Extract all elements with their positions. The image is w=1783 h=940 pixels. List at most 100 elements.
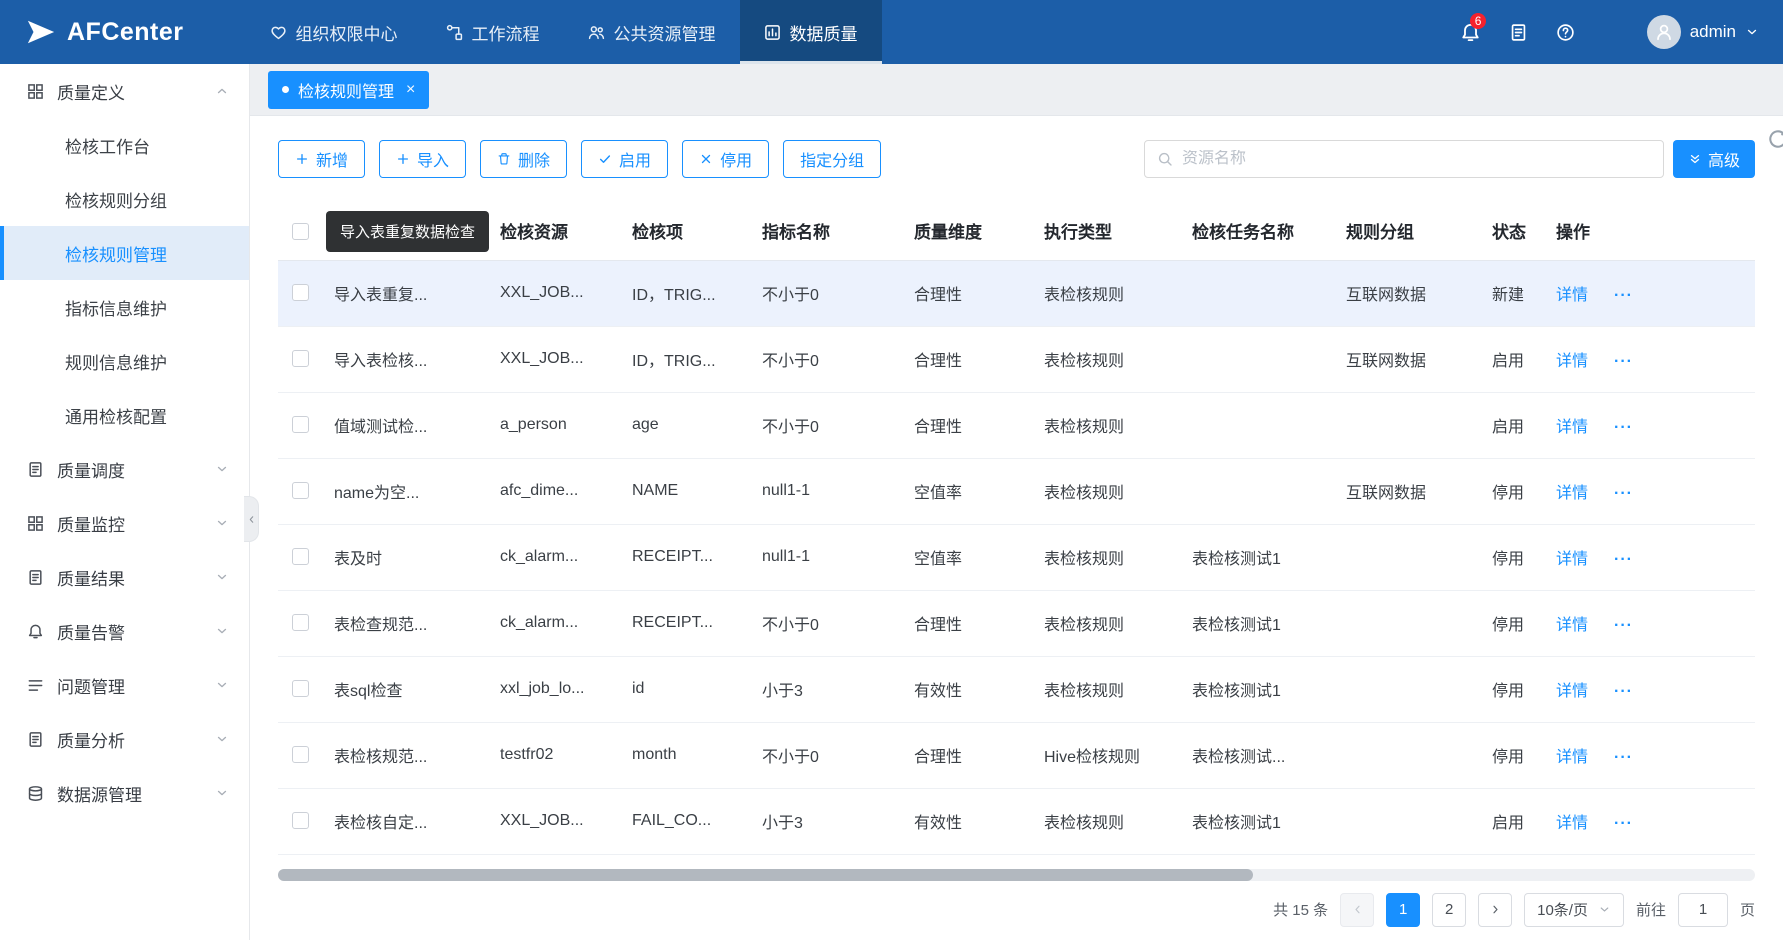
cell-exec_type: 表检核规则 [1042,392,1190,458]
cell-dimension: 有效性 [912,656,1042,722]
row-checkbox[interactable] [292,482,309,499]
table-row[interactable]: name为空...afc_dime...NAMEnull1-1空值率表检核规则互… [278,458,1755,524]
import-button[interactable]: 导入 [379,140,466,178]
sidebar-collapse-handle[interactable] [244,496,259,542]
page-size-select[interactable]: 10条/页 [1524,893,1624,927]
cell-group [1344,392,1490,458]
user-menu[interactable]: admin [1647,15,1759,49]
add-button[interactable]: 新增 [278,140,365,178]
page-2-button[interactable]: 2 [1432,893,1466,927]
table-row[interactable]: 表检查规范...ck_alarm...RECEIPT...不小于0合理性表检核规… [278,590,1755,656]
more-actions-icon[interactable]: ··· [1614,551,1633,568]
sidebar-item-quality-monitor[interactable]: 质量监控 [0,496,249,550]
more-actions-icon[interactable]: ··· [1614,617,1633,634]
row-checkbox[interactable] [292,284,309,301]
disable-button[interactable]: 停用 [682,140,769,178]
row-checkbox[interactable] [292,812,309,829]
tab-active-dot-icon [282,86,289,93]
sidebar-item-rule-info-maintenance[interactable]: 规则信息维护 [0,334,249,388]
sidebar-item-check-workbench[interactable]: 检核工作台 [0,118,249,172]
prev-page-button[interactable] [1340,893,1374,927]
nav-item-org-permission-center[interactable]: 组织权限中心 [246,0,422,64]
scrollbar-thumb[interactable] [278,869,1253,881]
assign-group-button[interactable]: 指定分组 [783,140,881,178]
search-input[interactable] [1182,150,1651,168]
tab-close-icon[interactable]: × [406,81,415,99]
detail-link[interactable]: 详情 [1556,287,1588,304]
row-checkbox[interactable] [292,614,309,631]
cell-item: NAME [630,458,760,524]
cell-name: 表检核规范... [332,722,498,788]
more-actions-icon[interactable]: ··· [1614,287,1633,304]
cell-task [1190,260,1344,326]
column-header: 检核项 [630,202,760,260]
page-1-button[interactable]: 1 [1386,893,1420,927]
row-checkbox[interactable] [292,746,309,763]
sidebar-item-check-rule-group[interactable]: 检核规则分组 [0,172,249,226]
notifications-button[interactable]: 6 [1460,22,1481,43]
sidebar-item-check-rule-management[interactable]: 检核规则管理 [0,226,249,280]
more-actions-icon[interactable]: ··· [1614,815,1633,832]
sidebar-item-metric-info-maintenance[interactable]: 指标信息维护 [0,280,249,334]
advanced-button[interactable]: 高级 [1673,140,1755,178]
database-icon [27,785,44,802]
detail-link[interactable]: 详情 [1556,551,1588,568]
detail-link[interactable]: 详情 [1556,485,1588,502]
sidebar-item-quality-definition[interactable]: 质量定义 [0,64,249,118]
grid-icon [27,83,44,100]
docs-button[interactable] [1509,23,1528,42]
table-row[interactable]: 表检核规范...testfr02month不小于0合理性Hive检核规则表检核测… [278,722,1755,788]
row-checkbox[interactable] [292,416,309,433]
table-row[interactable]: 值域测试检...a_personage不小于0合理性表检核规则启用详情··· [278,392,1755,458]
more-actions-icon[interactable]: ··· [1614,749,1633,766]
detail-link[interactable]: 详情 [1556,683,1588,700]
help-button[interactable] [1556,23,1575,42]
sidebar-item-quality-schedule[interactable]: 质量调度 [0,442,249,496]
table-row[interactable]: 表检核自定...XXL_JOB...FAIL_CO...小于3有效性表检核规则表… [278,788,1755,854]
more-actions-icon[interactable]: ··· [1614,485,1633,502]
more-actions-icon[interactable]: ··· [1614,419,1633,436]
cell-resource: XXL_JOB... [498,788,630,854]
horizontal-scrollbar[interactable] [278,869,1755,881]
cell-status: 停用 [1490,722,1554,788]
sidebar-item-datasource-management[interactable]: 数据源管理 [0,766,249,820]
select-all-checkbox[interactable] [292,223,309,240]
delete-button[interactable]: 删除 [480,140,567,178]
sidebar-item-quality-analysis[interactable]: 质量分析 [0,712,249,766]
brand[interactable]: AFCenter [26,0,184,64]
refresh-icon[interactable] [1767,128,1783,150]
sidebar-item-issue-management[interactable]: 问题管理 [0,658,249,712]
actions-cell: 详情 ··· [1554,590,1755,656]
sidebar-item-quality-alert[interactable]: 质量告警 [0,604,249,658]
table-row[interactable]: 导入表检核...XXL_JOB...ID，TRIG...不小于0合理性表检核规则… [278,326,1755,392]
sidebar-item-label: 质量调度 [57,457,202,482]
detail-link[interactable]: 详情 [1556,353,1588,370]
more-actions-icon[interactable]: ··· [1614,353,1633,370]
nav-item-public-resource[interactable]: 公共资源管理 [564,0,740,64]
chevron-down-icon [215,570,229,584]
row-checkbox[interactable] [292,350,309,367]
table-header-row: 规则名称检核资源检核项指标名称质量维度执行类型检核任务名称规则分组状态操作 [278,202,1755,260]
actions-cell: 详情 ··· [1554,392,1755,458]
cell-metric: null1-1 [760,524,912,590]
tab-bar: 检核规则管理 × [250,64,1783,116]
table-row[interactable]: 表及时ck_alarm...RECEIPT...null1-1空值率表检核规则表… [278,524,1755,590]
row-checkbox[interactable] [292,680,309,697]
sidebar-item-quality-result[interactable]: 质量结果 [0,550,249,604]
nav-item-data-quality[interactable]: 数据质量 [740,0,882,64]
table-row[interactable]: 表sql检查xxl_job_lo...id小于3有效性表检核规则表检核测试1停用… [278,656,1755,722]
sidebar-item-general-check-config[interactable]: 通用检核配置 [0,388,249,442]
detail-link[interactable]: 详情 [1556,617,1588,634]
cell-metric: 不小于0 [760,590,912,656]
more-actions-icon[interactable]: ··· [1614,683,1633,700]
detail-link[interactable]: 详情 [1556,419,1588,436]
enable-button[interactable]: 启用 [581,140,668,178]
goto-page-input[interactable] [1678,893,1728,927]
detail-link[interactable]: 详情 [1556,815,1588,832]
next-page-button[interactable] [1478,893,1512,927]
tab-check-rule-management[interactable]: 检核规则管理 × [268,71,429,109]
table-row[interactable]: 导入表重复...XXL_JOB...ID，TRIG...不小于0合理性表检核规则… [278,260,1755,326]
row-checkbox[interactable] [292,548,309,565]
nav-item-workflow[interactable]: 工作流程 [422,0,564,64]
detail-link[interactable]: 详情 [1556,749,1588,766]
